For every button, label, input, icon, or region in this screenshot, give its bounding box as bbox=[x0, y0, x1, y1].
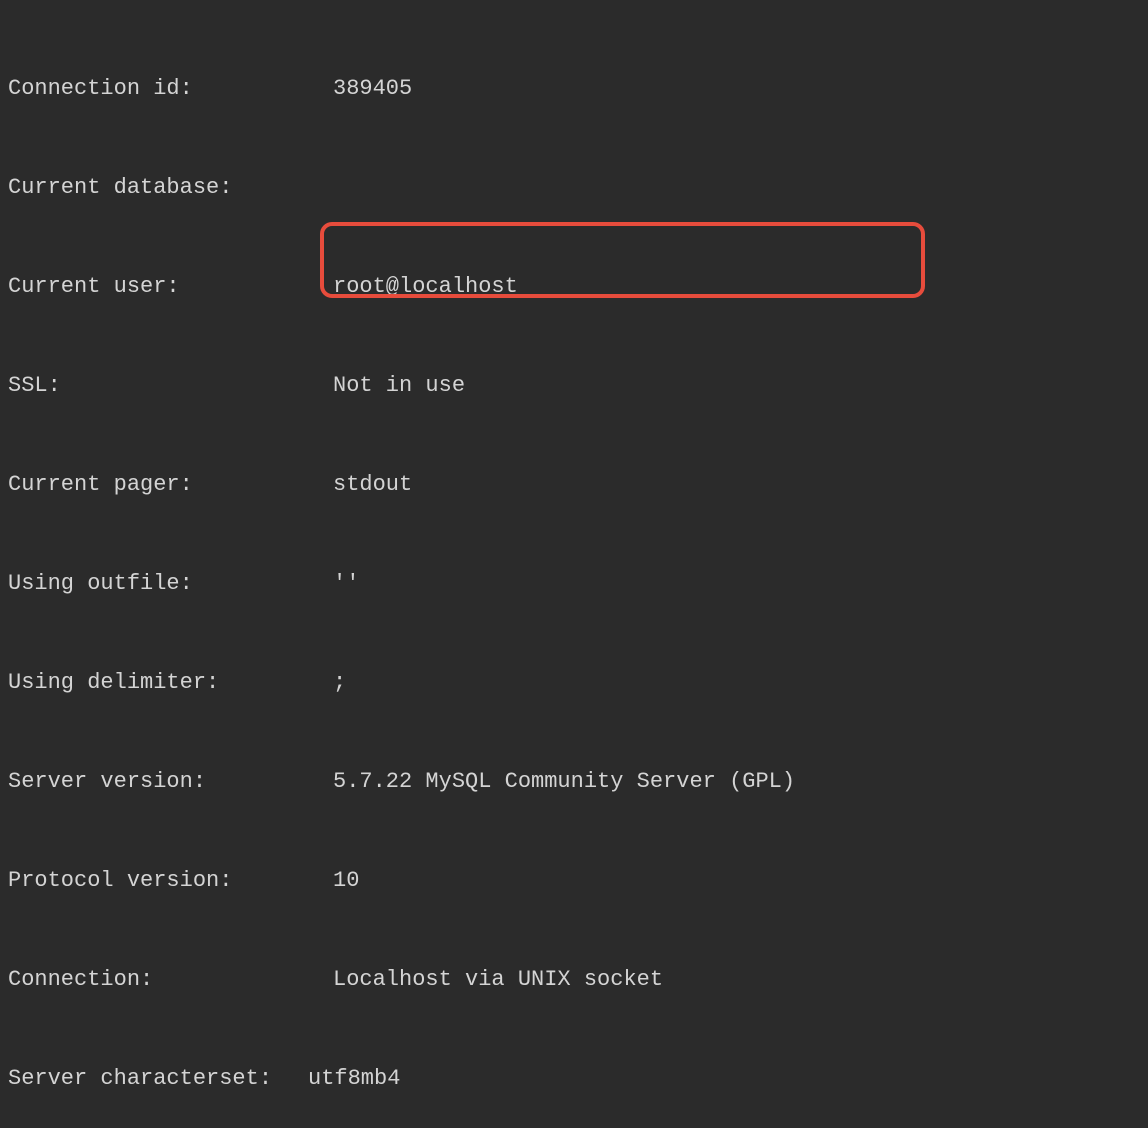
status-label: Server characterset: bbox=[8, 1062, 308, 1095]
status-label: Current database: bbox=[8, 171, 333, 204]
status-row: Using delimiter:; bbox=[8, 666, 1140, 699]
status-label: Current user: bbox=[8, 270, 333, 303]
status-row: Current pager:stdout bbox=[8, 468, 1140, 501]
status-label: Using delimiter: bbox=[8, 666, 333, 699]
status-value: utf8mb4 bbox=[308, 1062, 400, 1095]
status-label: Protocol version: bbox=[8, 864, 333, 897]
status-label: Server version: bbox=[8, 765, 333, 798]
status-value: root@localhost bbox=[333, 270, 518, 303]
status-value: '' bbox=[333, 567, 359, 600]
status-value: 5.7.22 MySQL Community Server (GPL) bbox=[333, 765, 795, 798]
status-row: Using outfile:'' bbox=[8, 567, 1140, 600]
status-value: 389405 bbox=[333, 72, 412, 105]
status-row: Current database: bbox=[8, 171, 1140, 204]
status-label: Current pager: bbox=[8, 468, 333, 501]
status-value: stdout bbox=[333, 468, 412, 501]
status-value: Not in use bbox=[333, 369, 465, 402]
status-label: Connection: bbox=[8, 963, 333, 996]
status-label: SSL: bbox=[8, 369, 333, 402]
terminal-output: Connection id:389405 Current database: C… bbox=[8, 6, 1140, 1128]
status-row: Protocol version:10 bbox=[8, 864, 1140, 897]
status-row: Connection:Localhost via UNIX socket bbox=[8, 963, 1140, 996]
status-row-server-version: Server version:5.7.22 MySQL Community Se… bbox=[8, 765, 1140, 798]
status-row: Connection id:389405 bbox=[8, 72, 1140, 105]
status-label: Connection id: bbox=[8, 72, 333, 105]
status-row: SSL:Not in use bbox=[8, 369, 1140, 402]
status-value: 10 bbox=[333, 864, 359, 897]
status-value: ; bbox=[333, 666, 346, 699]
status-label: Using outfile: bbox=[8, 567, 333, 600]
status-row: Server characterset:utf8mb4 bbox=[8, 1062, 1140, 1095]
status-value: Localhost via UNIX socket bbox=[333, 963, 663, 996]
status-row: Current user:root@localhost bbox=[8, 270, 1140, 303]
